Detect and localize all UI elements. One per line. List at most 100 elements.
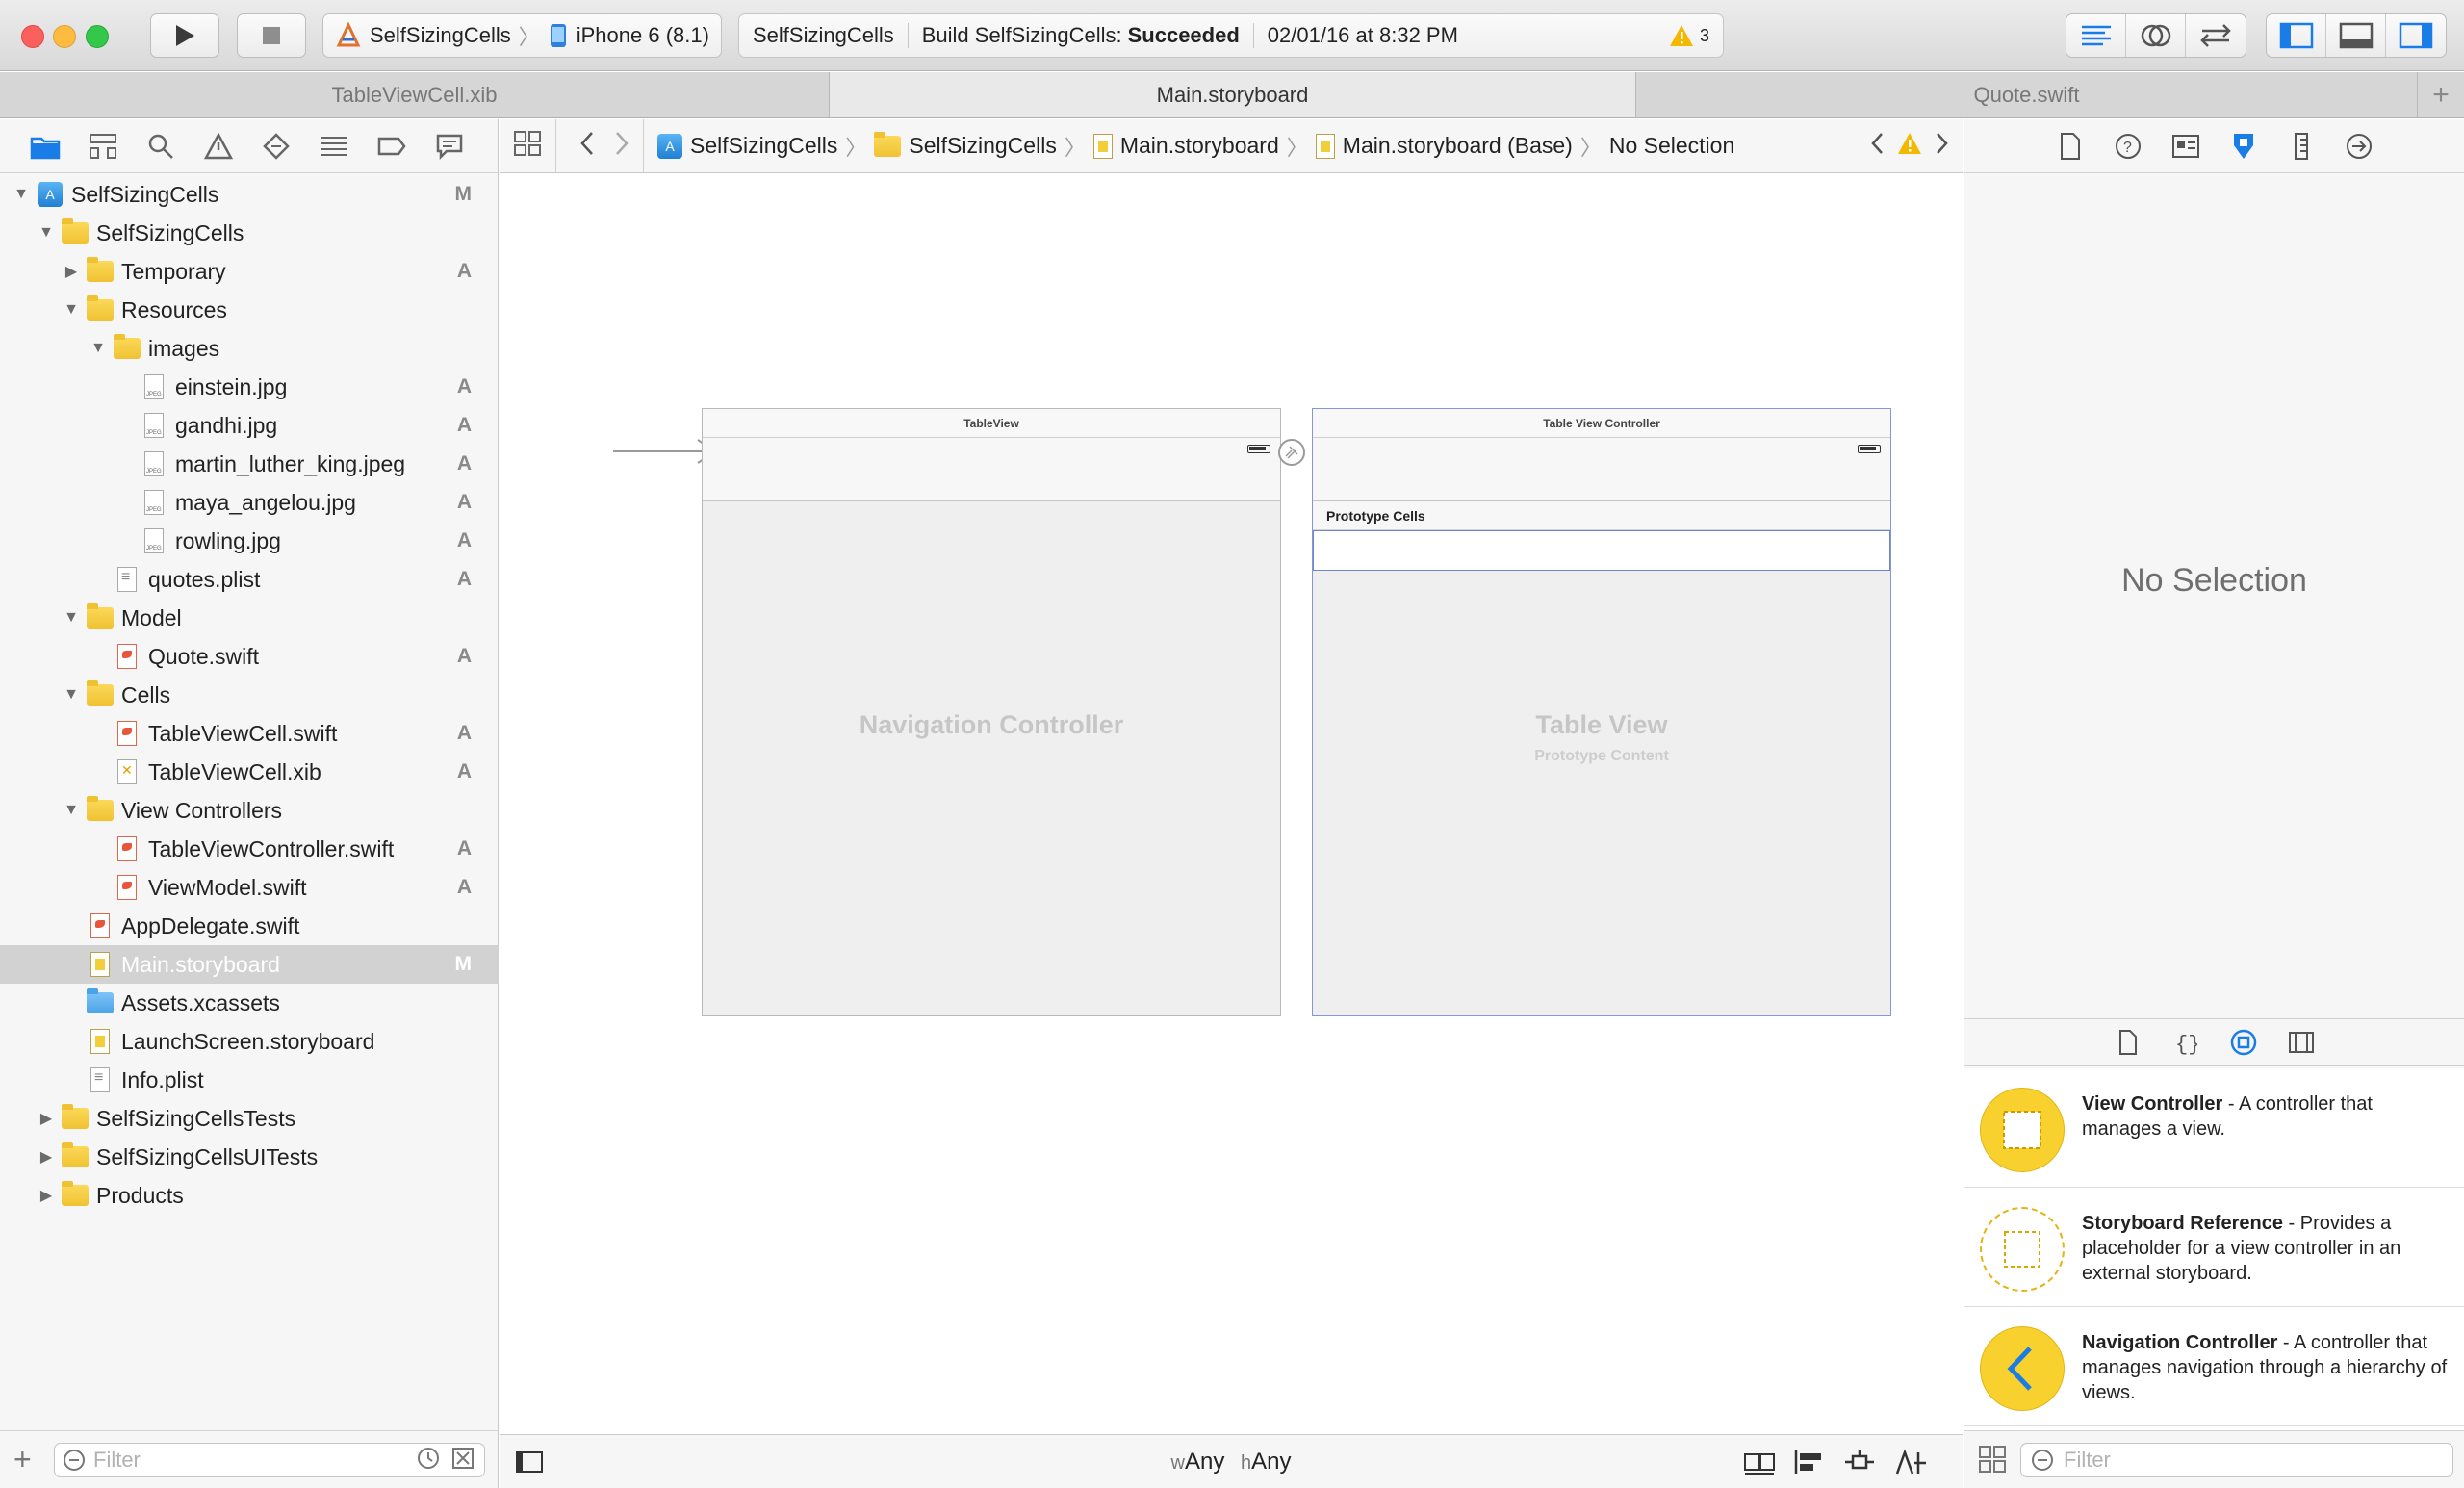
tab-quote-swift[interactable]: Quote.swift [1636, 72, 2418, 117]
zoom-window-button[interactable] [86, 25, 109, 48]
size-inspector-tab[interactable] [2285, 130, 2318, 163]
tree-item-file[interactable]: LaunchScreen.storyboard [0, 1022, 499, 1061]
file-inspector-tab[interactable] [2054, 130, 2087, 163]
run-button[interactable] [150, 13, 219, 58]
previous-issue-button[interactable] [1870, 132, 1884, 161]
tree-item-group[interactable]: ▼ Resources [0, 291, 499, 329]
tree-item-group[interactable]: ▶ SelfSizingCellsUITests [0, 1138, 499, 1176]
stop-button[interactable] [237, 13, 306, 58]
breadcrumb-group[interactable]: SelfSizingCells [874, 131, 1057, 159]
attributes-inspector-tab[interactable] [2227, 130, 2260, 163]
disclosure-expanded-icon[interactable]: ▼ [62, 608, 81, 628]
resolve-auto-layout-button[interactable] [1895, 1449, 1928, 1480]
tree-item-group[interactable]: ▶ Products [0, 1176, 499, 1215]
toggle-debug-area-button[interactable] [2326, 14, 2386, 57]
warning-indicator[interactable]: 3 [1669, 24, 1709, 47]
tree-item-group[interactable]: ▼ View Controllers [0, 791, 499, 830]
align-button[interactable] [1793, 1449, 1826, 1480]
toggle-navigator-button[interactable] [2267, 14, 2326, 57]
tree-item-file[interactable]: rowling.jpg A [0, 522, 499, 560]
tree-item-group[interactable]: ▼ Cells [0, 676, 499, 714]
related-items-button[interactable] [513, 130, 542, 163]
disclosure-collapsed-icon[interactable]: ▶ [37, 1186, 56, 1205]
tab-tableviewcell-xib[interactable]: TableViewCell.xib [0, 72, 830, 117]
tree-item-file[interactable]: ViewModel.swift A [0, 868, 499, 907]
relationship-segue-icon[interactable] [1277, 438, 1306, 467]
recent-files-icon[interactable] [417, 1447, 440, 1475]
close-window-button[interactable] [21, 25, 44, 48]
breadcrumb-selection[interactable]: No Selection [1609, 133, 1734, 159]
disclosure-expanded-icon[interactable]: ▼ [62, 801, 81, 820]
embed-in-stack-button[interactable] [1743, 1449, 1776, 1480]
disclosure-expanded-icon[interactable]: ▼ [62, 300, 81, 320]
test-navigator-tab[interactable] [260, 130, 293, 163]
prototype-cell[interactable] [1313, 530, 1890, 571]
breadcrumb-localization[interactable]: Main.storyboard (Base) [1315, 133, 1573, 159]
symbol-navigator-tab[interactable] [87, 130, 119, 163]
table-view-controller-scene[interactable]: Table View Controller Prototype Cells Ta… [1312, 408, 1891, 1016]
library-item-storyboard-reference[interactable]: Storyboard Reference - Provides a placeh… [1964, 1188, 2464, 1307]
version-editor-button[interactable] [2186, 14, 2246, 57]
quick-help-tab[interactable]: ? [2112, 130, 2144, 163]
navigation-controller-scene[interactable]: TableView Navigation Controller [702, 408, 1281, 1016]
debug-navigator-tab[interactable] [318, 130, 350, 163]
breadcrumb-project[interactable]: A SelfSizingCells [657, 133, 837, 159]
add-tab-button[interactable]: + [2418, 72, 2464, 117]
project-navigator-tab[interactable] [29, 130, 62, 163]
tree-item-group[interactable]: ▼ images [0, 329, 499, 368]
go-forward-button[interactable] [614, 131, 629, 162]
tree-item-group[interactable]: ▼ Model [0, 599, 499, 637]
disclosure-expanded-icon[interactable]: ▼ [62, 685, 81, 705]
breadcrumb-file[interactable]: Main.storyboard [1092, 133, 1279, 159]
minimize-window-button[interactable] [53, 25, 76, 48]
tree-item-group[interactable]: ▼ SelfSizingCells [0, 214, 499, 252]
library-view-mode-button[interactable] [1978, 1445, 2007, 1478]
report-navigator-tab[interactable] [433, 130, 466, 163]
tree-item-file[interactable]: gandhi.jpg A [0, 406, 499, 445]
disclosure-expanded-icon[interactable]: ▼ [12, 185, 31, 204]
go-back-button[interactable] [579, 131, 595, 162]
tree-item-file[interactable]: TableViewController.swift A [0, 830, 499, 868]
tree-item-file[interactable]: AppDelegate.swift [0, 907, 499, 945]
file-template-library-tab[interactable] [2114, 1028, 2143, 1057]
standard-editor-button[interactable] [2066, 14, 2126, 57]
warning-icon[interactable] [1897, 132, 1922, 161]
breakpoint-navigator-tab[interactable] [375, 130, 408, 163]
library-item-navigation-controller[interactable]: Navigation Controller - A controller tha… [1964, 1307, 2464, 1426]
tree-item-file[interactable]: TableViewCell.swift A [0, 714, 499, 753]
tree-item-file[interactable]: TableViewCell.xib A [0, 753, 499, 791]
tree-item-file[interactable]: maya_angelou.jpg A [0, 483, 499, 522]
storyboard-canvas[interactable]: TableView Navigation Controller Table Vi… [500, 174, 1963, 1434]
tree-item-group[interactable]: ▶ Temporary A [0, 252, 499, 291]
tab-main-storyboard[interactable]: Main.storyboard [830, 72, 1636, 117]
find-navigator-tab[interactable] [144, 130, 177, 163]
connections-inspector-tab[interactable] [2343, 130, 2375, 163]
toggle-utilities-button[interactable] [2386, 14, 2446, 57]
tree-item-file[interactable]: quotes.plist A [0, 560, 499, 599]
pin-button[interactable] [1843, 1449, 1876, 1480]
library-filter-field[interactable]: Filter [2020, 1443, 2453, 1477]
assistant-editor-button[interactable] [2126, 14, 2186, 57]
tree-item-file[interactable]: einstein.jpg A [0, 368, 499, 406]
object-library-tab[interactable] [2229, 1028, 2258, 1057]
scheme-selector[interactable]: SelfSizingCells 〉 iPhone 6 (8.1) [322, 13, 722, 58]
tree-item-project[interactable]: ▼ A SelfSizingCells M [0, 175, 499, 214]
tree-item-file[interactable]: Info.plist [0, 1061, 499, 1099]
tree-item-file[interactable]: Assets.xcassets [0, 984, 499, 1022]
tree-item-file[interactable]: Quote.swift A [0, 637, 499, 676]
disclosure-expanded-icon[interactable]: ▼ [89, 339, 108, 358]
modified-files-icon[interactable] [451, 1447, 475, 1475]
tree-item-file-selected[interactable]: Main.storyboard M [0, 945, 499, 984]
next-issue-button[interactable] [1936, 132, 1949, 161]
code-snippet-library-tab[interactable]: {} [2171, 1028, 2200, 1057]
media-library-tab[interactable] [2287, 1028, 2316, 1057]
navigator-filter-field[interactable]: Filter [54, 1443, 485, 1477]
disclosure-expanded-icon[interactable]: ▼ [37, 223, 56, 243]
tree-item-group[interactable]: ▶ SelfSizingCellsTests [0, 1099, 499, 1138]
disclosure-collapsed-icon[interactable]: ▶ [37, 1147, 56, 1167]
issue-navigator-tab[interactable] [202, 130, 235, 163]
tree-item-file[interactable]: martin_luther_king.jpeg A [0, 445, 499, 483]
disclosure-collapsed-icon[interactable]: ▶ [37, 1109, 56, 1128]
add-file-button[interactable]: + [13, 1442, 32, 1477]
library-item-view-controller[interactable]: View Controller - A controller that mana… [1964, 1068, 2464, 1188]
